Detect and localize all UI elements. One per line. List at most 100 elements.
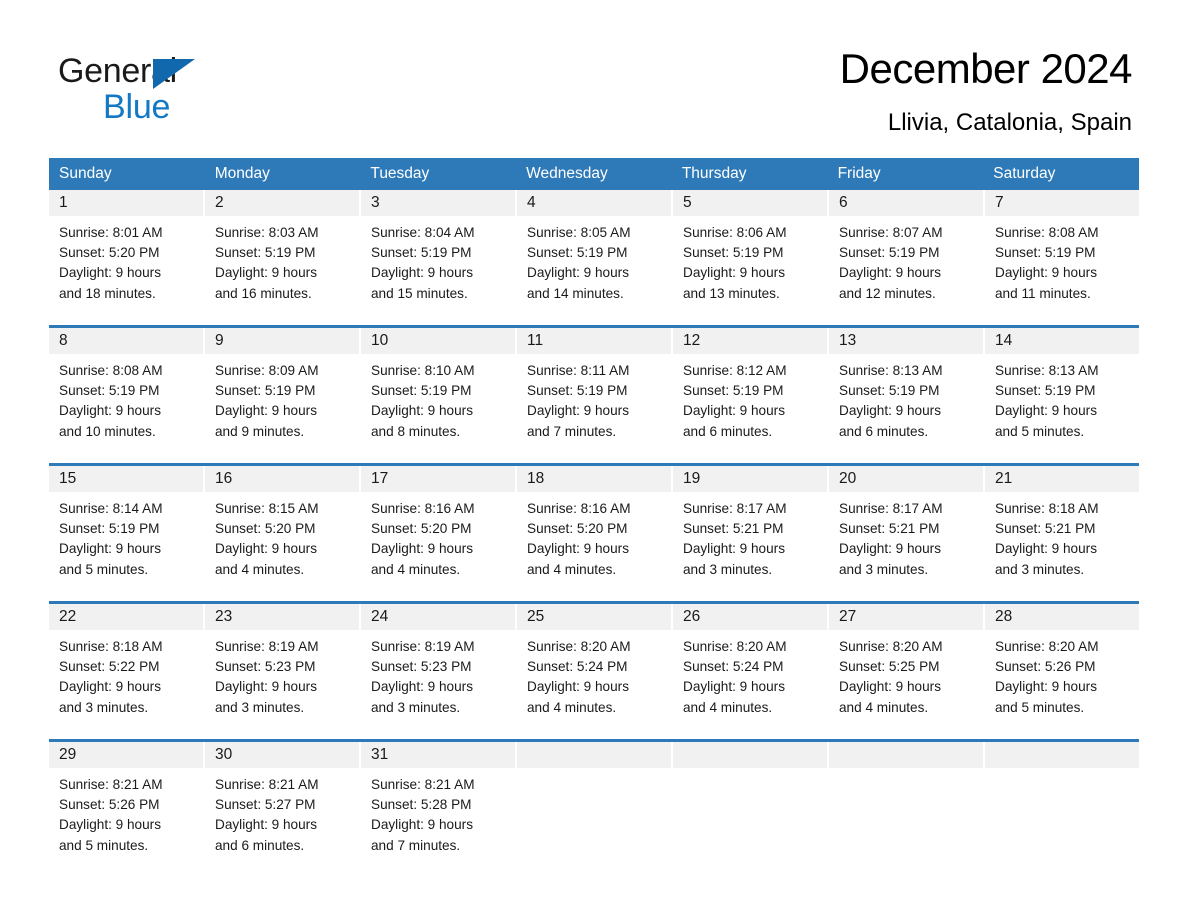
weekday-header-monday: Monday [214,165,270,182]
daylight-text-line2: and 6 minutes. [683,423,773,439]
sunrise-text: Sunrise: 8:08 AM [59,363,163,378]
day-number-band: 7 [985,190,1139,216]
day-cell[interactable]: 11 Sunrise: 8:11 AM Sunset: 5:19 PM Dayligh… [517,328,671,454]
sunset-text: Sunset: 5:23 PM [215,659,316,675]
day-number: 26 [683,608,701,625]
daylight-text-line1: Daylight: 9 hours [527,265,630,281]
day-cell[interactable]: 10 Sunrise: 8:10 AM Sunset: 5:19 PM Dayligh… [361,328,515,454]
day-number-band: 28 [985,604,1139,630]
day-number-band: 6 [829,190,983,216]
weekday-header-row: Sunday Monday Tuesday Wednesday Thursday… [49,158,1139,190]
daylight-text-line2: and 3 minutes. [683,561,773,577]
daylight-text-line1: Daylight: 9 hours [371,679,474,695]
sunrise-text: Sunrise: 8:14 AM [59,501,163,516]
day-details: Sunrise: 8:04 AM Sunset: 5:19 PM Daylight:… [361,216,515,304]
day-cell[interactable]: 31 Sunrise: 8:21 AM Sunset: 5:28 PM Dayligh… [361,742,515,868]
daylight-text-line1: Daylight: 9 hours [59,817,162,833]
day-details: Sunrise: 8:13 AM Sunset: 5:19 PM Daylight:… [985,354,1139,442]
day-details: Sunrise: 8:13 AM Sunset: 5:19 PM Daylight:… [829,354,983,442]
sunrise-text: Sunrise: 8:06 AM [683,225,787,240]
day-details: Sunrise: 8:20 AM Sunset: 5:24 PM Daylight:… [673,630,827,718]
day-cell[interactable]: 16 Sunrise: 8:15 AM Sunset: 5:20 PM Dayligh… [205,466,359,592]
daylight-text-line1: Daylight: 9 hours [371,403,474,419]
day-number-band [517,742,671,768]
day-details: Sunrise: 8:17 AM Sunset: 5:21 PM Daylight:… [673,492,827,580]
day-details: Sunrise: 8:19 AM Sunset: 5:23 PM Daylight:… [205,630,359,718]
day-cell[interactable]: 9 Sunrise: 8:09 AM Sunset: 5:19 PM Daylight… [205,328,359,454]
week-row: 15 Sunrise: 8:14 AM Sunset: 5:19 PM Dayligh… [49,463,1139,592]
day-cell[interactable]: 25 Sunrise: 8:20 AM Sunset: 5:24 PM Dayligh… [517,604,671,730]
day-number: 12 [683,332,701,349]
day-details: Sunrise: 8:06 AM Sunset: 5:19 PM Daylight:… [673,216,827,304]
day-number-band [829,742,983,768]
sunset-text: Sunset: 5:19 PM [59,521,160,537]
day-number-band: 11 [517,328,671,354]
day-cell[interactable]: 21 Sunrise: 8:18 AM Sunset: 5:21 PM Dayligh… [985,466,1139,592]
day-number-band: 30 [205,742,359,768]
day-cell[interactable]: 20 Sunrise: 8:17 AM Sunset: 5:21 PM Dayligh… [829,466,983,592]
day-cell[interactable]: 19 Sunrise: 8:17 AM Sunset: 5:21 PM Dayligh… [673,466,827,592]
sunset-text: Sunset: 5:20 PM [59,245,160,261]
day-details: Sunrise: 8:21 AM Sunset: 5:27 PM Daylight:… [205,768,359,856]
day-details: Sunrise: 8:01 AM Sunset: 5:20 PM Daylight:… [49,216,203,304]
day-number: 22 [59,608,77,625]
day-cell[interactable]: 29 Sunrise: 8:21 AM Sunset: 5:26 PM Dayligh… [49,742,203,868]
day-number-band: 2 [205,190,359,216]
daylight-text-line2: and 7 minutes. [371,837,461,853]
day-details: Sunrise: 8:16 AM Sunset: 5:20 PM Daylight:… [517,492,671,580]
sunset-text: Sunset: 5:24 PM [683,659,784,675]
day-cell[interactable]: 17 Sunrise: 8:16 AM Sunset: 5:20 PM Dayligh… [361,466,515,592]
sunset-text: Sunset: 5:19 PM [995,383,1096,399]
daylight-text-line1: Daylight: 9 hours [683,265,786,281]
daylight-text-line1: Daylight: 9 hours [683,541,786,557]
day-cell[interactable]: 5 Sunrise: 8:06 AM Sunset: 5:19 PM Daylight… [673,190,827,316]
sunrise-text: Sunrise: 8:20 AM [683,639,787,654]
day-cell[interactable]: 24 Sunrise: 8:19 AM Sunset: 5:23 PM Dayligh… [361,604,515,730]
daylight-text-line1: Daylight: 9 hours [995,541,1098,557]
day-cell[interactable]: 28 Sunrise: 8:20 AM Sunset: 5:26 PM Dayligh… [985,604,1139,730]
day-cell[interactable]: 13 Sunrise: 8:13 AM Sunset: 5:19 PM Dayligh… [829,328,983,454]
day-cell[interactable]: 27 Sunrise: 8:20 AM Sunset: 5:25 PM Dayligh… [829,604,983,730]
day-cell[interactable]: 8 Sunrise: 8:08 AM Sunset: 5:19 PM Daylight… [49,328,203,454]
day-details: Sunrise: 8:16 AM Sunset: 5:20 PM Daylight:… [361,492,515,580]
day-cell[interactable]: 2 Sunrise: 8:03 AM Sunset: 5:19 PM Daylight… [205,190,359,316]
sunrise-text: Sunrise: 8:21 AM [215,777,319,792]
sunset-text: Sunset: 5:19 PM [839,245,940,261]
sunset-text: Sunset: 5:19 PM [527,383,628,399]
day-number: 2 [215,194,224,211]
day-details [829,768,983,775]
day-number: 23 [215,608,233,625]
day-cell[interactable]: 6 Sunrise: 8:07 AM Sunset: 5:19 PM Daylight… [829,190,983,316]
weekday-header-thursday: Thursday [681,165,747,182]
sunrise-text: Sunrise: 8:08 AM [995,225,1099,240]
day-number-band: 19 [673,466,827,492]
daylight-text-line1: Daylight: 9 hours [995,679,1098,695]
day-cell[interactable]: 3 Sunrise: 8:04 AM Sunset: 5:19 PM Daylight… [361,190,515,316]
day-number-band: 15 [49,466,203,492]
day-cell[interactable]: 15 Sunrise: 8:14 AM Sunset: 5:19 PM Dayligh… [49,466,203,592]
day-cell[interactable]: 30 Sunrise: 8:21 AM Sunset: 5:27 PM Dayligh… [205,742,359,868]
day-cell[interactable]: 7 Sunrise: 8:08 AM Sunset: 5:19 PM Daylight… [985,190,1139,316]
daylight-text-line1: Daylight: 9 hours [527,541,630,557]
day-number-band: 24 [361,604,515,630]
day-cell[interactable]: 12 Sunrise: 8:12 AM Sunset: 5:19 PM Dayligh… [673,328,827,454]
logo-triangle-icon [153,59,195,89]
day-details: Sunrise: 8:05 AM Sunset: 5:19 PM Daylight:… [517,216,671,304]
day-cell[interactable]: 18 Sunrise: 8:16 AM Sunset: 5:20 PM Dayligh… [517,466,671,592]
sunset-text: Sunset: 5:19 PM [527,245,628,261]
daylight-text-line1: Daylight: 9 hours [215,403,318,419]
weekday-header-friday: Friday [837,165,881,182]
day-cell[interactable]: 4 Sunrise: 8:05 AM Sunset: 5:19 PM Daylight… [517,190,671,316]
sunrise-text: Sunrise: 8:18 AM [995,501,1099,516]
day-cell[interactable]: 22 Sunrise: 8:18 AM Sunset: 5:22 PM Dayligh… [49,604,203,730]
day-cell[interactable]: 26 Sunrise: 8:20 AM Sunset: 5:24 PM Dayligh… [673,604,827,730]
sunrise-text: Sunrise: 8:17 AM [683,501,787,516]
day-details: Sunrise: 8:10 AM Sunset: 5:19 PM Daylight:… [361,354,515,442]
sunset-text: Sunset: 5:23 PM [371,659,472,675]
day-cell[interactable]: 23 Sunrise: 8:19 AM Sunset: 5:23 PM Dayligh… [205,604,359,730]
daylight-text-line2: and 5 minutes. [995,423,1085,439]
daylight-text-line2: and 14 minutes. [527,285,624,301]
generalblue-logo[interactable]: General Blue [58,52,258,130]
day-cell[interactable]: 1 Sunrise: 8:01 AM Sunset: 5:20 PM Daylight… [49,190,203,316]
day-cell[interactable]: 14 Sunrise: 8:13 AM Sunset: 5:19 PM Dayligh… [985,328,1139,454]
